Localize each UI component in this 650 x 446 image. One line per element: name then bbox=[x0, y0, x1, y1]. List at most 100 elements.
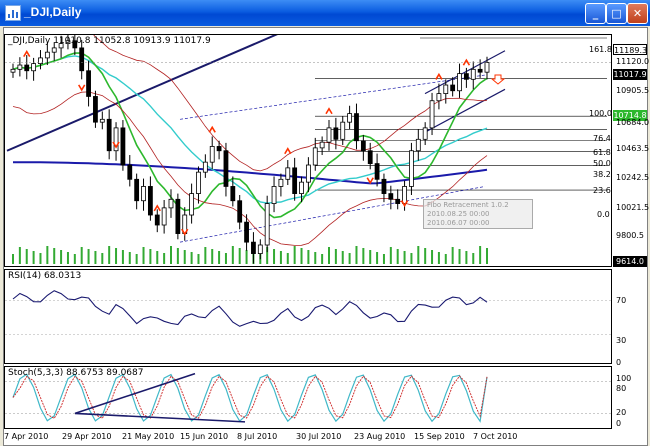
x-tick: 29 Apr 2010 bbox=[62, 432, 112, 441]
candle-body bbox=[237, 200, 243, 223]
candle-body bbox=[477, 68, 483, 73]
y-tick: 30 bbox=[616, 336, 627, 345]
volume-bar bbox=[94, 251, 97, 264]
candle-body bbox=[443, 84, 449, 95]
candle-body bbox=[154, 214, 160, 226]
fractal-arrow bbox=[208, 125, 216, 133]
candle-body bbox=[415, 138, 421, 152]
fib-label: 76.4 bbox=[593, 134, 611, 143]
candle-body bbox=[436, 93, 442, 102]
candle-body bbox=[244, 221, 249, 243]
window-title: _DJI,Daily bbox=[24, 5, 82, 19]
volume-bar bbox=[80, 247, 83, 264]
candle-body bbox=[44, 51, 50, 59]
volume-bar bbox=[197, 254, 200, 264]
volume-bar bbox=[60, 250, 63, 264]
volume-bar bbox=[238, 248, 241, 264]
candle-body bbox=[271, 186, 277, 204]
price-chart bbox=[5, 35, 611, 264]
y-tick: 11120.0 bbox=[616, 57, 650, 66]
candle-body bbox=[51, 47, 57, 53]
volume-bar bbox=[273, 249, 276, 264]
volume-bar bbox=[156, 251, 159, 264]
candle-body bbox=[216, 146, 222, 152]
y-tick: 20 bbox=[616, 408, 627, 417]
candle-body bbox=[299, 181, 304, 194]
window-titlebar: _DJI,Daily _ □ ✕ bbox=[0, 0, 650, 26]
volume-bar bbox=[218, 251, 221, 264]
volume-bar bbox=[431, 250, 434, 264]
volume-bar bbox=[451, 247, 454, 264]
volume-bar bbox=[314, 252, 317, 264]
fractal-arrow bbox=[284, 147, 292, 155]
candle-body bbox=[402, 186, 407, 204]
candle-body bbox=[395, 198, 401, 204]
candle-body bbox=[374, 163, 380, 180]
volume-bar bbox=[328, 247, 330, 264]
volume-bar bbox=[403, 251, 406, 264]
volume-bar bbox=[46, 246, 49, 264]
stoch-header: Stoch(5,3,3) 88.6753 89.0687 bbox=[8, 368, 144, 378]
candle-body bbox=[367, 150, 373, 164]
y-tick: 9800.5 bbox=[616, 231, 644, 240]
volume-bar bbox=[32, 251, 35, 264]
volume-bar bbox=[108, 246, 111, 264]
candle-body bbox=[202, 161, 208, 173]
tooltip-line: 2010.06.07 00:00 bbox=[427, 219, 490, 227]
candle-body bbox=[278, 178, 284, 187]
candle-body bbox=[168, 198, 174, 209]
volume-bar bbox=[12, 254, 14, 264]
candle-body bbox=[120, 127, 126, 166]
volume-bar bbox=[183, 250, 186, 264]
y-tick: 70 bbox=[616, 296, 627, 305]
price-header: _DJI,Daily 11010.8 11052.8 10913.9 11017… bbox=[8, 36, 211, 46]
candle-body bbox=[196, 171, 201, 194]
candle-body bbox=[347, 113, 353, 123]
candle-body bbox=[141, 186, 146, 202]
chart-app-icon bbox=[5, 5, 21, 21]
tooltip-line: Fibo Retracement 1.0.2 bbox=[427, 201, 509, 209]
y-tick: 10242.5 bbox=[616, 173, 650, 182]
volume-bar bbox=[163, 253, 166, 264]
x-tick: 8 Jul 2010 bbox=[237, 432, 278, 441]
volume-bar bbox=[321, 254, 324, 264]
rsi-header: RSI(14) 68.0313 bbox=[8, 271, 82, 281]
candle-body bbox=[333, 127, 339, 140]
bollinger-lower bbox=[12, 91, 488, 246]
fib-label: 23.6 bbox=[593, 186, 611, 195]
candle-body bbox=[450, 84, 456, 92]
fib-label: 161.8 bbox=[589, 45, 612, 54]
candle-body bbox=[106, 118, 112, 152]
fib-label: 100.0 bbox=[589, 109, 612, 118]
price-pane[interactable]: _DJI,Daily 11010.8 11052.8 10913.9 11017… bbox=[4, 34, 612, 267]
candle-body bbox=[285, 167, 291, 180]
volume-bar bbox=[348, 253, 351, 264]
maximize-button[interactable]: □ bbox=[606, 3, 627, 24]
minimize-button[interactable]: _ bbox=[585, 3, 606, 24]
volume-bar bbox=[286, 253, 289, 264]
volume-bar bbox=[472, 253, 475, 264]
volume-bar bbox=[389, 247, 392, 264]
volume-bar bbox=[115, 248, 118, 264]
y-tick: 0 bbox=[616, 419, 622, 428]
candle-body bbox=[223, 150, 229, 187]
stoch-signal-line bbox=[12, 375, 488, 420]
candle-body bbox=[38, 57, 43, 65]
rsi-pane[interactable]: RSI(14) 68.0313 bbox=[4, 269, 612, 364]
volume-bar bbox=[149, 249, 152, 264]
close-button[interactable]: ✕ bbox=[627, 3, 648, 24]
candle-body bbox=[264, 203, 270, 246]
candle-body bbox=[257, 244, 263, 254]
volume-bar bbox=[39, 253, 42, 264]
x-tick: 23 Aug 2010 bbox=[354, 432, 406, 441]
fib-label: 0.0 bbox=[597, 210, 610, 219]
volume-bar bbox=[53, 248, 56, 264]
volume-bar bbox=[396, 249, 399, 264]
fractal-arrow bbox=[325, 107, 333, 115]
current-price-box: 11017.9 bbox=[613, 69, 647, 80]
x-tick: 7 Oct 2010 bbox=[473, 432, 518, 441]
candle-body bbox=[470, 68, 476, 80]
stoch-pane[interactable]: Stoch(5,3,3) 88.6753 89.0687 bbox=[4, 366, 612, 429]
fib-label: 61.8 bbox=[593, 148, 611, 157]
volume-bar bbox=[190, 252, 193, 264]
